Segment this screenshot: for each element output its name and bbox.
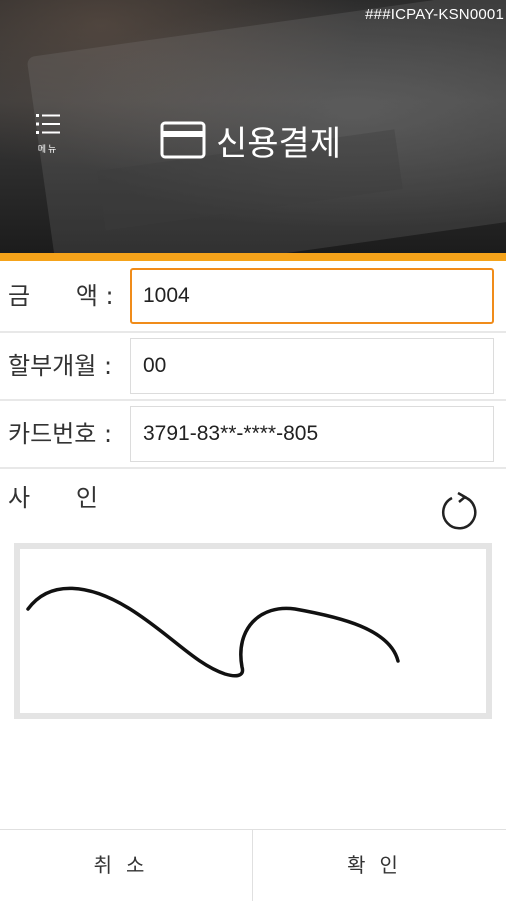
page-title: 신용결제 <box>160 118 342 163</box>
menu-button[interactable]: 메뉴 <box>28 112 68 168</box>
reset-signature-button[interactable] <box>438 490 480 532</box>
amount-row: 금 액 : 1004 <box>0 263 506 329</box>
signature-pad[interactable] <box>14 543 492 719</box>
device-code: ###ICPAY-KSN0001 <box>365 6 504 23</box>
installment-row: 할부개월 : 00 <box>0 333 506 399</box>
amount-label: 금 액 : <box>8 282 114 310</box>
bottom-button-bar: 취소 확인 <box>0 829 506 901</box>
card-number-label: 카드번호 : <box>8 420 113 448</box>
card-number-field[interactable]: 3791-83**-****-805 <box>130 406 494 462</box>
amount-field[interactable]: 1004 <box>130 268 494 324</box>
header: ###ICPAY-KSN0001 메뉴 신용결제 <box>0 0 506 253</box>
card-number-row: 카드번호 : 3791-83**-****-805 <box>0 401 506 467</box>
signature-label: 사 인 <box>8 484 98 512</box>
refresh-icon <box>442 491 477 530</box>
confirm-button[interactable]: 확인 <box>253 830 506 901</box>
installment-field[interactable]: 00 <box>130 338 494 394</box>
credit-card-icon <box>160 121 206 159</box>
signature-stroke <box>26 586 400 678</box>
menu-icon <box>36 114 60 134</box>
accent-bar <box>0 253 506 261</box>
menu-label: 메뉴 <box>37 145 59 155</box>
page-title-text: 신용결제 <box>216 124 342 163</box>
divider <box>0 467 506 469</box>
cancel-button[interactable]: 취소 <box>0 830 253 901</box>
installment-label: 할부개월 : <box>8 352 113 380</box>
